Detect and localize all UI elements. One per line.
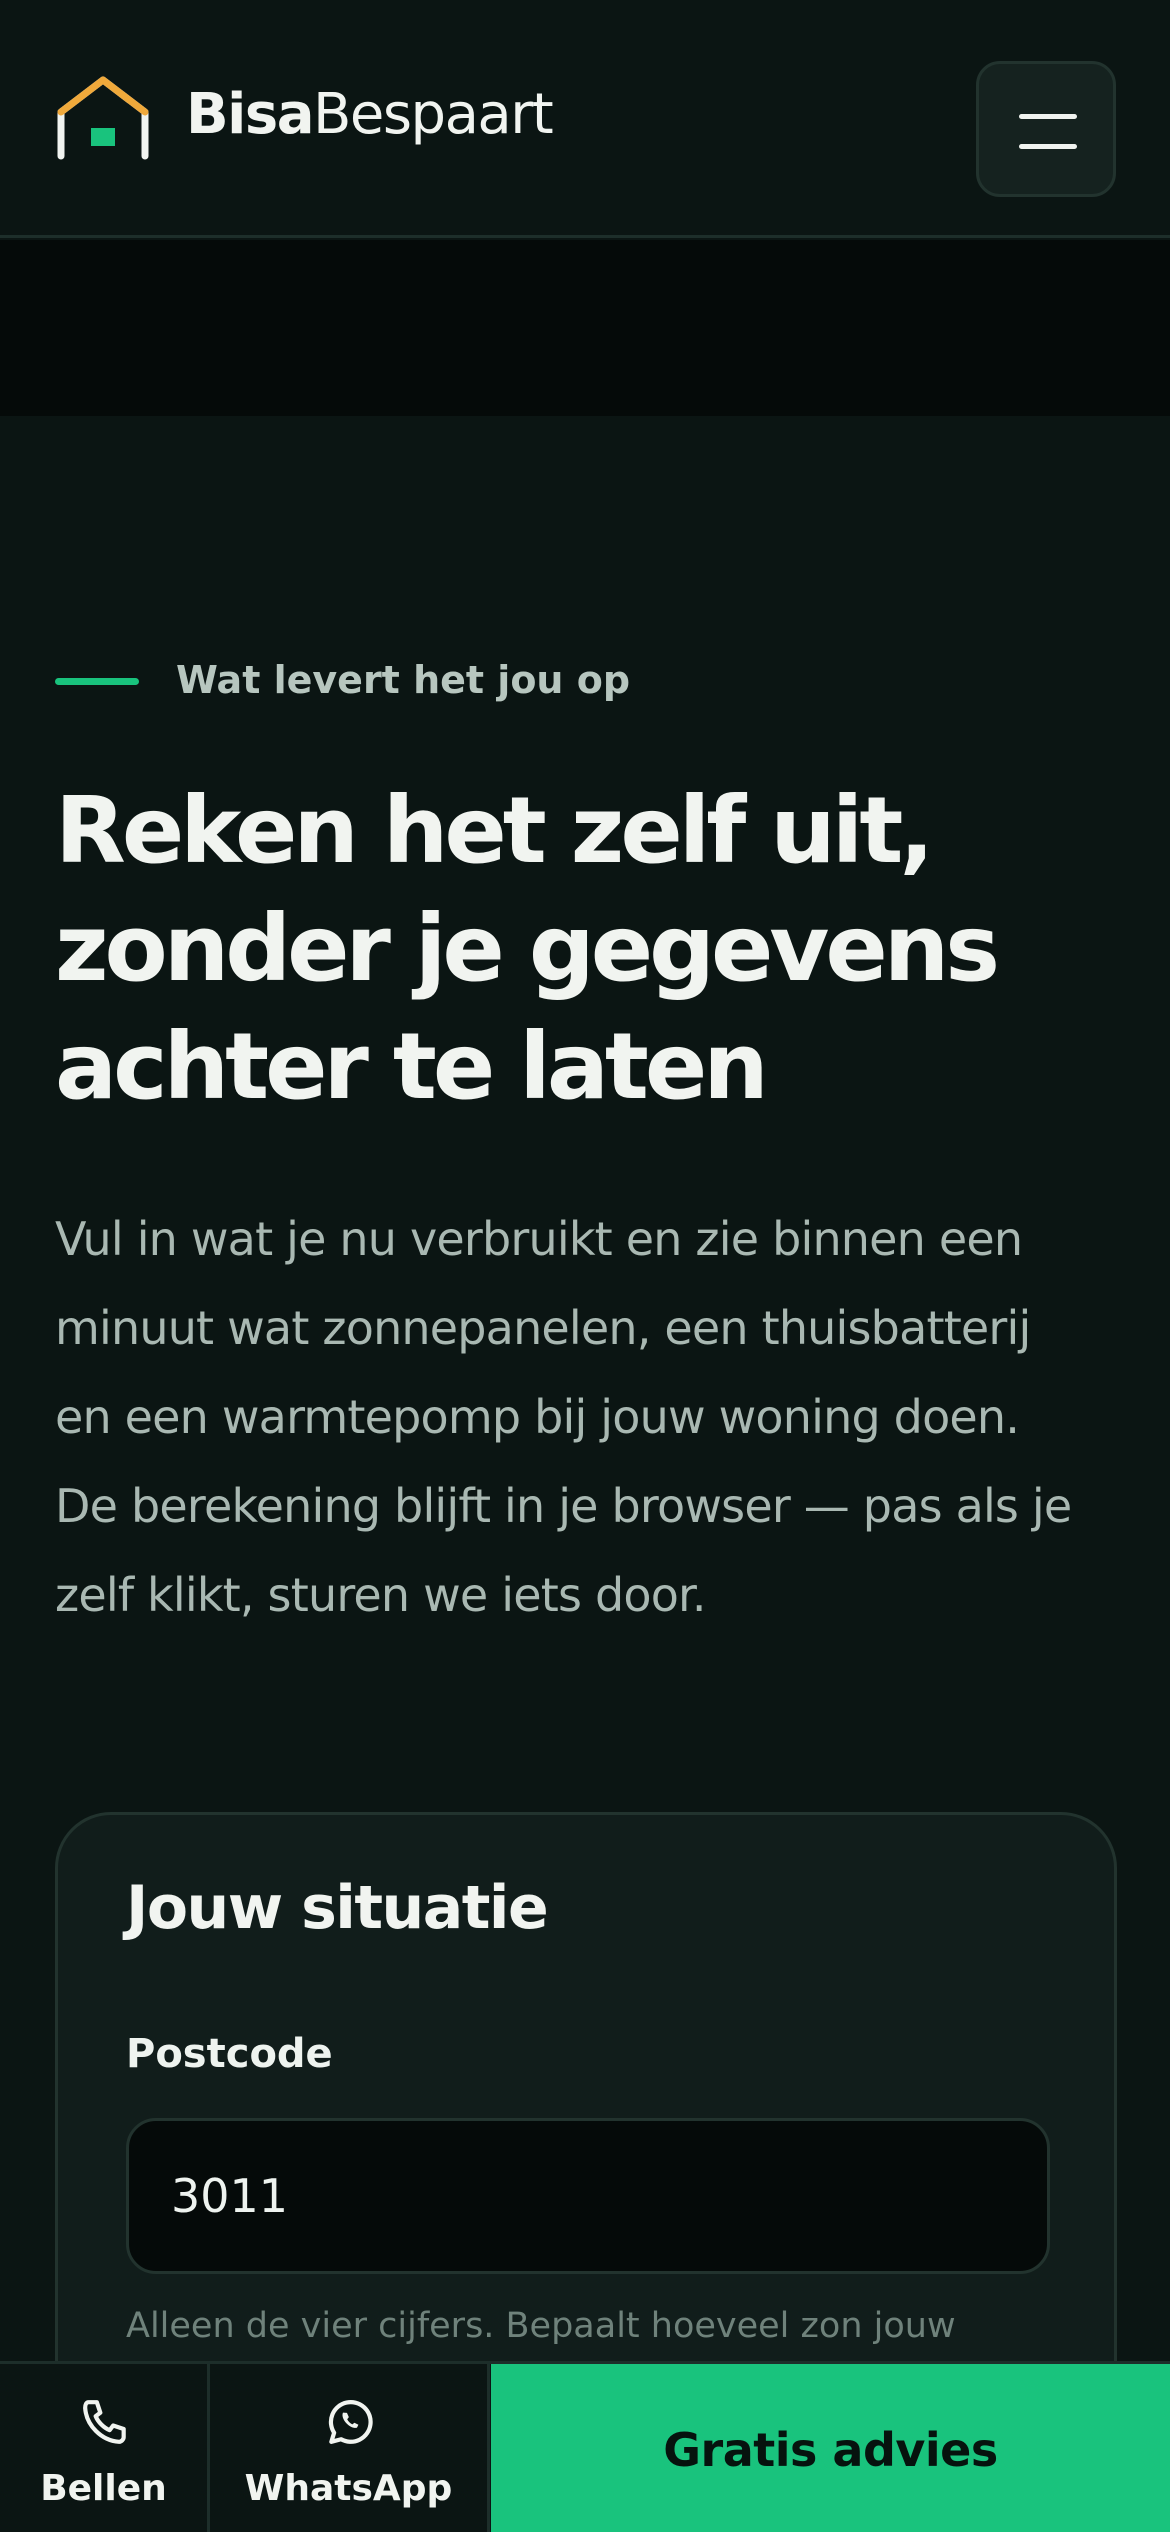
site-header: BisaBespaart xyxy=(0,0,1170,238)
intro-text: Vul in wat je nu verbruikt en zie binnen… xyxy=(55,1195,1135,1640)
header-spacer-band xyxy=(0,240,1170,416)
postcode-hint: Alleen de vier cijfers. Bepaalt hoeveel … xyxy=(126,2306,956,2346)
section-eyebrow: Wat levert het jou op xyxy=(176,658,631,702)
eyebrow-accent-line xyxy=(55,678,139,685)
intro-line: De berekening blijft in je browser — pas… xyxy=(55,1479,1072,1533)
calculator-title: Jouw situatie xyxy=(126,1873,549,1943)
call-button[interactable]: Bellen xyxy=(0,2364,210,2532)
intro-line: minuut wat zonnepanelen, een thuisbatter… xyxy=(55,1301,1031,1355)
title-line: zonder je gegevens xyxy=(55,895,1000,1002)
whatsapp-button[interactable]: WhatsApp xyxy=(210,2364,490,2532)
free-advice-button[interactable]: Gratis advies xyxy=(491,2364,1170,2532)
brand-name[interactable]: BisaBespaart xyxy=(186,80,554,150)
postcode-input[interactable] xyxy=(126,2118,1050,2274)
menu-button[interactable] xyxy=(976,61,1116,197)
postcode-label: Postcode xyxy=(126,2031,333,2077)
intro-line: Vul in wat je nu verbruikt en zie binnen… xyxy=(55,1212,1023,1266)
intro-line: zelf klikt, sturen we iets door. xyxy=(55,1568,707,1622)
brand-name-bold: Bisa xyxy=(186,82,315,147)
whatsapp-label: WhatsApp xyxy=(244,2468,453,2509)
page: BisaBespaart Wat levert het jou op Reken… xyxy=(0,0,1170,2532)
call-label: Bellen xyxy=(40,2468,167,2509)
bottom-action-bar: Bellen WhatsApp Gratis advies xyxy=(0,2361,1170,2532)
intro-line: en een warmtepomp bij jouw woning doen. xyxy=(55,1390,1020,1444)
phone-icon xyxy=(83,2400,126,2444)
whatsapp-icon xyxy=(328,2400,373,2444)
brand-name-regular: Bespaart xyxy=(313,82,554,147)
page-title: Reken het zelf uit, zonder je gegevens a… xyxy=(55,772,1115,1126)
title-line: Reken het zelf uit, xyxy=(55,777,934,884)
title-line: achter te laten xyxy=(55,1013,769,1120)
house-logo-icon xyxy=(57,76,149,160)
